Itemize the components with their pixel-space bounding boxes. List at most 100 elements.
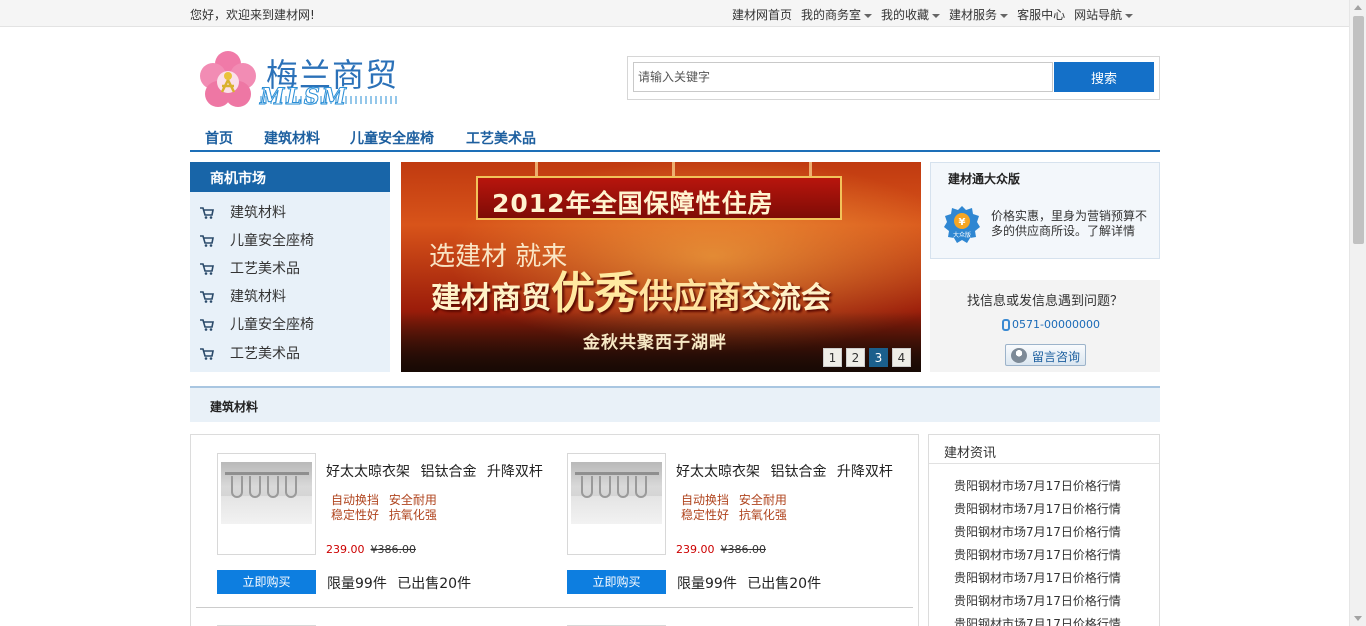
nav-building-materials[interactable]: 建筑材料 <box>264 128 320 148</box>
clothes-rack-image <box>221 462 312 524</box>
badge-text: 大众版 <box>953 231 971 239</box>
top-link-favorites-label: 我的收藏 <box>881 8 930 22</box>
product-divider <box>196 607 913 608</box>
svg-text:¥: ¥ <box>959 217 966 228</box>
top-nav: 建材网首页 我的商务室 我的收藏 建材服务 客服中心 网站导航 <box>732 6 1142 23</box>
top-link-support[interactable]: 客服中心 <box>1017 6 1065 23</box>
banner-page-3[interactable]: 3 <box>869 348 888 367</box>
message-consult-label: 留言咨询 <box>1032 350 1081 364</box>
chevron-down-icon <box>932 13 941 18</box>
news-item[interactable]: 贵阳钢材市场7月17日价格行情 <box>954 524 1121 547</box>
cart-icon <box>200 348 214 360</box>
sidebar-item-building-materials-2[interactable]: 建筑材料 <box>190 282 390 310</box>
message-consult-button[interactable]: 留言咨询 <box>1005 344 1086 366</box>
chevron-down-icon <box>1000 13 1009 18</box>
promo-banner[interactable]: 2012年全国保障性住房 选建材 就来 建材商贸优秀供应商交流会 金秋共聚西子湖… <box>401 162 921 372</box>
sidebar-item-crafts-2[interactable]: 工艺美术品 <box>190 339 390 367</box>
sidebar-title: 商机市场 <box>190 162 390 192</box>
sidebar-item-crafts[interactable]: 工艺美术品 <box>190 254 390 282</box>
welcome-text: 您好，欢迎来到建材网! <box>190 8 315 22</box>
banner-tagline: 金秋共聚西子湖畔 <box>583 333 727 353</box>
top-bar: 您好，欢迎来到建材网! 建材网首页 我的商务室 我的收藏 建材服务 客服中心 网… <box>0 0 1349 27</box>
product-stock: 限量99件 已出售20件 <box>677 576 822 592</box>
plum-flower-icon <box>200 51 256 107</box>
coin-badge-icon: ¥ 大众版 <box>944 206 980 243</box>
news-item[interactable]: 贵阳钢材市场7月17日价格行情 <box>954 616 1121 626</box>
sidebar-item-label: 建筑材料 <box>230 289 286 305</box>
site-logo[interactable]: 梅兰商贸 MLSM <box>198 48 403 111</box>
banner-headline-company: 建材商贸 <box>431 281 551 316</box>
search-input[interactable] <box>633 62 1053 92</box>
nav-crafts[interactable]: 工艺美术品 <box>466 128 536 148</box>
cart-icon <box>200 319 214 331</box>
current-price: 239.00 <box>676 543 715 556</box>
news-item[interactable]: 贵阳钢材市场7月17日价格行情 <box>954 478 1121 501</box>
cart-icon <box>200 291 214 303</box>
buy-now-button[interactable]: 立即购买 <box>567 570 666 594</box>
news-item[interactable]: 贵阳钢材市场7月17日价格行情 <box>954 501 1121 524</box>
sidebar-item-building-materials[interactable]: 建筑材料 <box>190 198 390 226</box>
main-nav: 首页 建筑材料 儿童安全座椅 工艺美术品 <box>190 124 1160 152</box>
cart-icon <box>200 235 214 247</box>
banner-page-2[interactable]: 2 <box>846 348 865 367</box>
user-icon <box>1011 348 1027 363</box>
top-link-services-label: 建材服务 <box>949 8 998 22</box>
top-link-home[interactable]: 建材网首页 <box>732 6 792 23</box>
nav-child-seats[interactable]: 儿童安全座椅 <box>350 128 434 148</box>
buy-now-button[interactable]: 立即购买 <box>217 570 316 594</box>
product-price: 239.00 ¥386.00 <box>326 543 416 556</box>
original-price: ¥386.00 <box>720 543 767 556</box>
news-item[interactable]: 贵阳钢材市场7月17日价格行情 <box>954 593 1121 616</box>
search-box: 搜索 <box>627 56 1160 100</box>
sidebar-item-label: 建筑材料 <box>230 205 286 221</box>
sidebar-item-label: 儿童安全座椅 <box>230 233 314 249</box>
current-price: 239.00 <box>326 543 365 556</box>
help-phone: 0571-00000000 <box>1002 318 1100 331</box>
product-name[interactable]: 好太太晾衣架 铝钛合金 升降双杆 <box>326 461 543 481</box>
product-feature: 稳定性好 抗氧化强 <box>331 508 437 522</box>
banner-title: 2012年全国保障性住房 <box>492 189 774 218</box>
product-image[interactable] <box>567 453 666 555</box>
top-link-office-label: 我的商务室 <box>801 8 862 22</box>
product-feature: 稳定性好 抗氧化强 <box>681 508 787 522</box>
sidebar-item-child-seats-2[interactable]: 儿童安全座椅 <box>190 310 390 338</box>
top-link-sitemap[interactable]: 网站导航 <box>1074 6 1134 23</box>
page-scrollbar[interactable] <box>1349 0 1366 626</box>
product-price: 239.00 ¥386.00 <box>676 543 766 556</box>
product-name[interactable]: 好太太晾衣架 铝钛合金 升降双杆 <box>676 461 893 481</box>
news-item[interactable]: 贵阳钢材市场7月17日价格行情 <box>954 547 1121 570</box>
scroll-down-icon[interactable] <box>1354 616 1362 621</box>
top-link-services[interactable]: 建材服务 <box>949 6 1009 23</box>
help-phone-number: 0571-00000000 <box>1012 318 1100 331</box>
news-panel: 建材资讯 贵阳钢材市场7月17日价格行情 贵阳钢材市场7月17日价格行情 贵阳钢… <box>928 434 1160 626</box>
clothes-rack-image <box>571 462 662 524</box>
scroll-up-icon[interactable] <box>1354 5 1362 10</box>
promo-panel: 建材通大众版 ¥ 大众版 价格实惠，里身为营销预算不多的供应商所设。了解详情 <box>930 162 1160 259</box>
banner-headline-supplier: 供应商 <box>639 277 741 317</box>
nav-home[interactable]: 首页 <box>205 128 233 148</box>
product-list: 好太太晾衣架 铝钛合金 升降双杆 自动换挡 安全耐用 稳定性好 抗氧化强 239… <box>190 434 919 626</box>
banner-pager: 1 2 3 4 <box>823 348 911 367</box>
section-title: 建筑材料 <box>210 400 259 414</box>
promo-title[interactable]: 建材通大众版 <box>948 170 1020 187</box>
scrollbar-thumb[interactable] <box>1353 16 1364 244</box>
news-title: 建材资讯 <box>944 446 997 461</box>
product-card: 好太太晾衣架 铝钛合金 升降双杆 自动换挡 安全耐用 稳定性好 抗氧化强 239… <box>567 453 907 598</box>
banner-page-1[interactable]: 1 <box>823 348 842 367</box>
top-link-sitemap-label: 网站导航 <box>1074 8 1123 22</box>
news-list: 贵阳钢材市场7月17日价格行情 贵阳钢材市场7月17日价格行情 贵阳钢材市场7月… <box>954 478 1121 626</box>
top-link-favorites[interactable]: 我的收藏 <box>881 6 941 23</box>
banner-headline-meeting: 交流会 <box>741 281 831 316</box>
sidebar-item-label: 工艺美术品 <box>230 346 300 362</box>
top-link-office[interactable]: 我的商务室 <box>801 6 873 23</box>
cart-icon <box>200 263 214 275</box>
news-item[interactable]: 贵阳钢材市场7月17日价格行情 <box>954 570 1121 593</box>
chevron-down-icon <box>864 13 873 18</box>
promo-description[interactable]: 价格实惠，里身为营销预算不多的供应商所设。了解详情 <box>991 209 1153 239</box>
sidebar-item-child-seats[interactable]: 儿童安全座椅 <box>190 226 390 254</box>
product-image[interactable] <box>217 453 316 555</box>
banner-page-4[interactable]: 4 <box>892 348 911 367</box>
product-card: 好太太晾衣架 铝钛合金 升降双杆 自动换挡 安全耐用 稳定性好 抗氧化强 239… <box>217 453 557 598</box>
search-button[interactable]: 搜索 <box>1054 62 1154 92</box>
help-panel: 找信息或发信息遇到问题？ 0571-00000000 留言咨询 <box>930 280 1160 372</box>
